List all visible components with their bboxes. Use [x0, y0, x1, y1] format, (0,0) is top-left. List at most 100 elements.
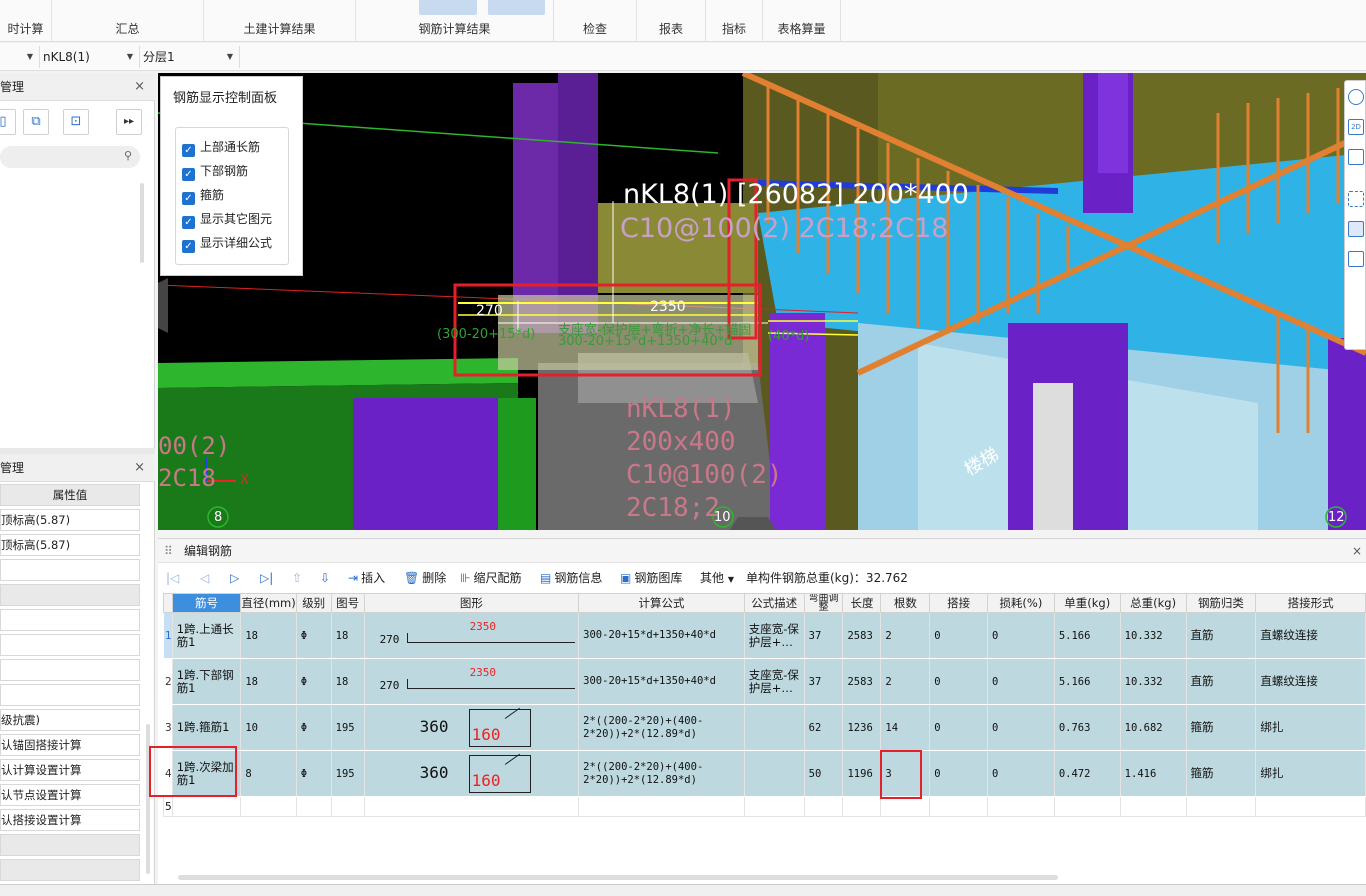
cell-grade[interactable]: Φ — [295, 750, 332, 797]
col-diameter[interactable]: 直径(mm) — [240, 593, 297, 613]
row-number[interactable]: 5 — [163, 796, 173, 817]
row-number[interactable]: 3 — [163, 704, 173, 751]
property-value[interactable]: 顶标高(5.87) — [0, 509, 140, 531]
checkbox-bottom-rebar[interactable]: ✓ 下部钢筋 — [182, 162, 248, 182]
scrollbar[interactable] — [140, 183, 144, 263]
property-value[interactable]: 顶标高(5.87) — [0, 534, 140, 556]
property-value[interactable] — [0, 684, 140, 706]
table-row[interactable]: 3 1跨.箍筋1 10 Φ 195 360 160 2*((200-2*20)+(400-2*… — [163, 704, 1366, 751]
col-lap-type[interactable]: 搭接形式 — [1255, 593, 1366, 613]
component-select[interactable]: nKL8(1) ▼ — [40, 46, 140, 68]
property-value[interactable] — [0, 659, 140, 681]
close-icon[interactable]: × — [134, 73, 145, 101]
cell-name[interactable]: 1跨.上通长筋1 — [171, 612, 242, 659]
shape-cell[interactable]: 270 2350 — [363, 658, 580, 705]
empty-cell[interactable] — [295, 796, 332, 817]
cell-desc[interactable]: 支座宽-保护层+… — [743, 612, 805, 659]
cell-total[interactable]: 10.332 — [1119, 658, 1187, 705]
ribbon-tab-table-calc[interactable]: 表格算量 — [763, 0, 841, 42]
cell-name[interactable]: 1跨.箍筋1 — [171, 704, 242, 751]
cell-desc[interactable] — [743, 750, 805, 797]
other-dropdown[interactable]: 其他 ▼ — [700, 569, 734, 587]
cell-total[interactable]: 1.416 — [1119, 750, 1187, 797]
empty-cell[interactable] — [171, 796, 242, 817]
cell-grade[interactable]: Φ — [295, 658, 332, 705]
col-loss[interactable]: 损耗(%) — [986, 593, 1055, 613]
empty-cell[interactable] — [842, 796, 882, 817]
cell-formula[interactable]: 2*((200-2*20)+(400-2*20))+2*(12.89*d) — [578, 704, 745, 751]
col-formula[interactable]: 计算公式 — [578, 593, 745, 613]
cell-laptype[interactable]: 绑扎 — [1255, 704, 1366, 751]
col-shape[interactable]: 图形 — [363, 593, 580, 613]
cell-bend[interactable]: 62 — [803, 704, 844, 751]
checkbox-detail-formula[interactable]: ✓ 显示详细公式 — [182, 234, 272, 254]
orbit-icon[interactable] — [1348, 89, 1364, 105]
expand-icon[interactable]: ▸▸ — [116, 109, 142, 135]
rebar-library-button[interactable]: ▣ 钢筋图库 — [620, 569, 682, 587]
empty-cell[interactable] — [1053, 796, 1121, 817]
property-value[interactable] — [0, 634, 140, 656]
property-value[interactable]: 认节点设置计算 — [0, 784, 140, 806]
col-bend-adjust[interactable]: 弯曲调整 — [803, 593, 844, 613]
ribbon-tab-summary[interactable]: 汇总 — [52, 0, 204, 42]
cell-len[interactable]: 2583 — [842, 658, 882, 705]
cell-formula[interactable]: 300-20+15*d+1350+40*d — [578, 658, 745, 705]
table-row[interactable]: 2 1跨.下部钢筋1 18 Φ 18 270 2350 300-20+15*d+1350+40… — [163, 658, 1366, 705]
3d-box-icon[interactable] — [1348, 149, 1364, 165]
property-group[interactable] — [0, 834, 140, 856]
col-bar-no[interactable]: 筋号 — [171, 593, 242, 613]
empty-cell[interactable] — [1119, 796, 1187, 817]
cell-total[interactable]: 10.332 — [1119, 612, 1187, 659]
cell-name[interactable]: 1跨.下部钢筋1 — [171, 658, 242, 705]
empty-cell[interactable] — [1255, 796, 1366, 817]
empty-cell[interactable] — [986, 796, 1055, 817]
layout-icon[interactable] — [1348, 251, 1364, 267]
property-value[interactable]: 认锚固搭接计算 — [0, 734, 140, 756]
horizontal-scrollbar[interactable] — [178, 875, 1058, 880]
ribbon-tab-civil-results[interactable]: 土建计算结果 — [204, 0, 356, 42]
3d-viewport[interactable]: nKL8(1) [26082] 200*400 C10@100(2) 2C18;… — [158, 73, 1366, 530]
cell-unit[interactable]: 0.472 — [1053, 750, 1121, 797]
cell-dia[interactable]: 18 — [240, 612, 297, 659]
next-icon[interactable]: ▷ — [230, 569, 239, 587]
cell-loss[interactable]: 0 — [986, 704, 1055, 751]
shape-cell[interactable]: 360 160 — [363, 750, 580, 797]
cell-fig[interactable]: 195 — [330, 750, 365, 797]
cell-cat[interactable]: 直筋 — [1185, 612, 1257, 659]
cell-laptype[interactable]: 直螺纹连接 — [1255, 612, 1366, 659]
cell-dia[interactable]: 8 — [240, 750, 297, 797]
table-row-empty[interactable]: 5 — [163, 796, 1366, 817]
rebar-info-button[interactable]: ▤ 钢筋信息 — [540, 569, 602, 587]
shape-cell[interactable]: 270 2350 — [363, 612, 580, 659]
cell-unit[interactable]: 5.166 — [1053, 612, 1121, 659]
cell-lap[interactable]: 0 — [929, 704, 988, 751]
cell-grade[interactable]: Φ — [295, 612, 332, 659]
col-formula-desc[interactable]: 公式描述 — [743, 593, 805, 613]
prev-icon[interactable]: ◁ — [200, 569, 209, 587]
scale-rebar-button[interactable]: ⊪ 缩尺配筋 — [460, 569, 521, 587]
cell-cat[interactable]: 箍筋 — [1185, 704, 1257, 751]
property-value[interactable]: 级抗震) — [0, 709, 140, 731]
row-number[interactable]: 2 — [163, 658, 173, 705]
cell-laptype[interactable]: 绑扎 — [1255, 750, 1366, 797]
cell-cat[interactable]: 直筋 — [1185, 658, 1257, 705]
cell-lap[interactable]: 0 — [929, 750, 988, 797]
checkbox-top-rebar[interactable]: ✓ 上部通长筋 — [182, 138, 260, 158]
empty-cell[interactable] — [929, 796, 988, 817]
cell-dia[interactable]: 10 — [240, 704, 297, 751]
col-lap[interactable]: 搭接 — [929, 593, 988, 613]
cube-view-icon[interactable] — [1348, 221, 1364, 237]
cell-unit[interactable]: 5.166 — [1053, 658, 1121, 705]
checkbox-other-elements[interactable]: ✓ 显示其它图元 — [182, 210, 272, 230]
cell-formula[interactable]: 300-20+15*d+1350+40*d — [578, 612, 745, 659]
cell-laptype[interactable]: 直螺纹连接 — [1255, 658, 1366, 705]
col-total-weight[interactable]: 总重(kg) — [1119, 593, 1187, 613]
select-box-icon[interactable] — [1348, 191, 1364, 207]
cell-fig[interactable]: 18 — [330, 612, 365, 659]
table-row[interactable]: 4 1跨.次梁加筋1 8 Φ 195 360 160 2*((200-2*20)+(400-2… — [163, 750, 1366, 797]
row-number[interactable]: 1 — [163, 612, 173, 659]
property-value[interactable] — [0, 559, 140, 581]
checkbox-stirrup[interactable]: ✓ 箍筋 — [182, 186, 224, 206]
col-grade[interactable]: 级别 — [295, 593, 332, 613]
cell-bend[interactable]: 50 — [803, 750, 844, 797]
